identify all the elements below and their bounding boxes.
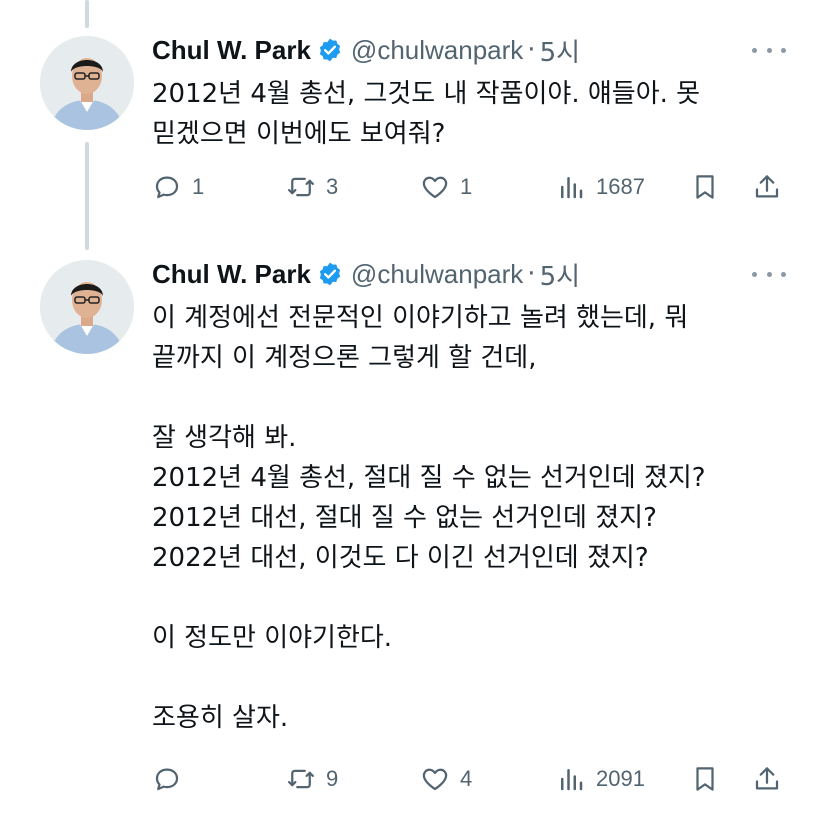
bookmark-button[interactable]	[690, 172, 720, 202]
like-count: 1	[460, 174, 473, 199]
views-icon	[561, 177, 583, 199]
views-button[interactable]: 1687	[556, 172, 645, 202]
view-count: 1687	[596, 174, 645, 199]
reply-count: 1	[192, 174, 205, 199]
tweet-header: Chul W. Park @chulwanpark · 5시	[152, 256, 580, 292]
timestamp[interactable]: 5시	[540, 32, 580, 69]
share-icon	[755, 175, 779, 198]
avatar[interactable]	[40, 36, 134, 130]
share-icon	[755, 767, 779, 790]
like-icon	[422, 768, 448, 791]
bookmark-icon	[696, 767, 714, 791]
reply-button[interactable]: 1	[152, 172, 204, 202]
tweet-text: 이 계정에선 전문적인 이야기하고 놀려 했는데, 뭐 끝까지 이 계정으론 그…	[152, 303, 706, 733]
views-icon	[561, 769, 583, 791]
like-icon	[422, 176, 448, 199]
retweet-icon	[288, 769, 314, 789]
author-name[interactable]: Chul W. Park	[152, 35, 311, 66]
views-button[interactable]: 2091	[556, 764, 645, 794]
tweet[interactable]: Chul W. Park @chulwanpark · 5시 2012년 4월 …	[0, 0, 827, 240]
reply-icon	[155, 768, 179, 791]
like-button[interactable]: 4	[420, 764, 472, 794]
tweet-header: Chul W. Park @chulwanpark · 5시	[152, 32, 580, 68]
share-button[interactable]	[752, 764, 782, 794]
more-icon[interactable]	[752, 40, 786, 60]
tweet-actions: 1 3 1 1687	[0, 172, 827, 212]
author-name[interactable]: Chul W. Park	[152, 259, 311, 290]
bookmark-icon	[696, 175, 714, 199]
retweet-button[interactable]: 3	[286, 172, 338, 202]
avatar-photo	[40, 36, 134, 130]
tweet[interactable]: Chul W. Park @chulwanpark · 5시 이 계정에선 전문…	[0, 248, 827, 836]
bookmark-button[interactable]	[690, 764, 720, 794]
view-count: 2091	[596, 766, 645, 791]
tweet-text: 2012년 4월 총선, 그것도 내 작품이야. 얘들아. 못 믿겠으면 이번에…	[152, 79, 701, 149]
retweet-button[interactable]: 9	[286, 764, 338, 794]
verified-badge-icon[interactable]	[317, 261, 343, 287]
avatar[interactable]	[40, 260, 134, 354]
verified-badge-icon[interactable]	[317, 37, 343, 63]
tweet-actions: 9 4 2091	[0, 764, 827, 804]
separator: ·	[527, 259, 536, 289]
reply-icon	[155, 176, 179, 199]
author-handle[interactable]: @chulwanpark	[351, 35, 523, 66]
avatar-photo	[40, 260, 134, 354]
timestamp[interactable]: 5시	[540, 256, 580, 293]
retweet-count: 9	[326, 766, 339, 791]
like-button[interactable]: 1	[420, 172, 472, 202]
reply-button[interactable]	[152, 764, 192, 794]
retweet-count: 3	[326, 174, 339, 199]
like-count: 4	[460, 766, 473, 791]
separator: ·	[527, 35, 536, 65]
author-handle[interactable]: @chulwanpark	[351, 259, 523, 290]
more-icon[interactable]	[752, 264, 786, 284]
retweet-icon	[288, 177, 314, 197]
share-button[interactable]	[752, 172, 782, 202]
